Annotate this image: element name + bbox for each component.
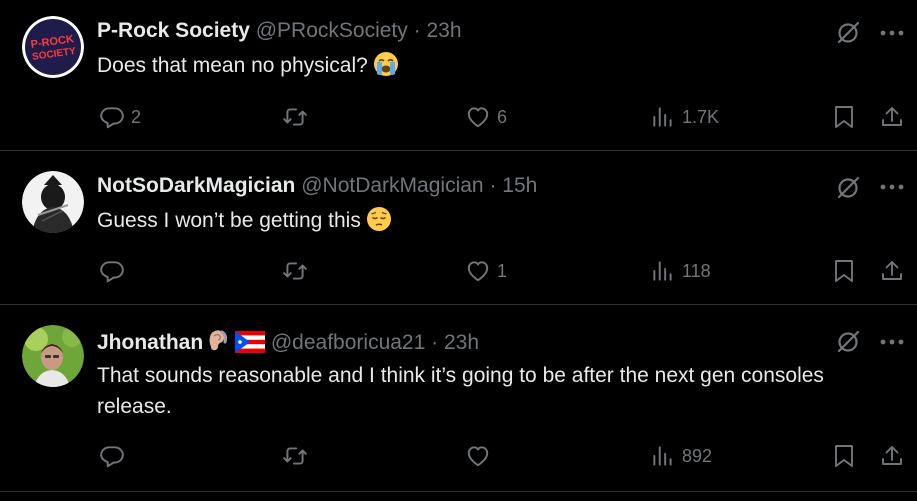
heart-icon [467, 107, 489, 128]
bookmark-button[interactable] [832, 443, 856, 469]
reply-count: 2 [131, 106, 142, 127]
bookmark-icon [835, 260, 853, 282]
more-options-icon[interactable] [880, 339, 904, 345]
views-button[interactable]: 118 [650, 258, 711, 284]
like-count: 6 [497, 106, 508, 127]
timestamp[interactable]: 23h [444, 331, 479, 354]
reply-item[interactable]: NotSoDarkMagician @NotDarkMagician · 15h… [0, 151, 917, 304]
display-name[interactable]: P-Rock Society [97, 19, 250, 42]
repost-icon [283, 447, 307, 465]
ear-with-hearing-aid-icon [203, 327, 229, 360]
tweet-text-content: Does that mean no physical? [97, 54, 368, 77]
timestamp[interactable]: 15h [502, 174, 537, 197]
share-button[interactable] [880, 258, 904, 284]
grok-icon[interactable] [835, 20, 861, 46]
tweet-header: NotSoDarkMagician @NotDarkMagician · 15h [97, 173, 537, 199]
avatar[interactable]: P-ROCK SOCIETY [22, 16, 84, 78]
share-icon [882, 261, 902, 280]
reply-button[interactable] [99, 443, 125, 469]
share-icon [882, 107, 902, 126]
like-button[interactable]: 1 [465, 258, 507, 284]
user-handle[interactable]: @NotDarkMagician [301, 174, 483, 197]
tweet-text-content: Guess I won’t be getting this [97, 209, 361, 232]
bookmark-icon [835, 445, 853, 467]
grok-icon[interactable] [835, 329, 861, 355]
divider [0, 491, 917, 492]
avatar[interactable] [22, 171, 84, 233]
analytics-icon [653, 446, 672, 466]
bookmark-icon [835, 106, 853, 128]
tweet-header: Jhonathan @deafboricua21 · 23h [97, 327, 479, 360]
view-count: 1.7K [682, 106, 720, 127]
share-button[interactable] [880, 104, 904, 130]
tweet-text: Does that mean no physical? [97, 50, 857, 87]
view-count: 118 [682, 260, 711, 281]
separator-dot: · [489, 174, 497, 197]
avatar[interactable] [22, 325, 84, 387]
display-name[interactable]: Jhonathan [97, 331, 203, 354]
repost-icon [283, 262, 307, 280]
repost-button[interactable] [281, 443, 309, 469]
share-button[interactable] [880, 443, 904, 469]
like-button[interactable]: 6 [465, 104, 507, 130]
heart-icon [467, 261, 489, 282]
tweet-text: Guess I won’t be getting this [97, 205, 857, 242]
reply-icon [100, 107, 124, 129]
more-options-icon[interactable] [880, 184, 904, 190]
loudly-crying-face-icon [372, 50, 400, 87]
separator-dot: · [413, 19, 421, 42]
tweet-header: P-Rock Society @PRockSociety · 23h [97, 18, 462, 44]
reply-item[interactable]: Jhonathan @deafboricua21 · 23h That soun… [0, 305, 917, 491]
reply-icon [100, 261, 124, 283]
reply-button[interactable]: 2 [99, 104, 141, 130]
like-button[interactable] [465, 443, 491, 469]
repost-icon [283, 108, 307, 126]
puerto-rico-flag-icon [235, 331, 266, 360]
share-icon [882, 446, 902, 465]
grok-icon[interactable] [835, 175, 861, 201]
heart-icon [467, 446, 489, 467]
analytics-icon [653, 261, 672, 281]
timestamp[interactable]: 23h [426, 19, 461, 42]
bookmark-button[interactable] [832, 258, 856, 284]
like-count: 1 [497, 260, 508, 281]
reply-button[interactable] [99, 258, 125, 284]
repost-button[interactable] [281, 104, 309, 130]
reply-item[interactable]: P-ROCK SOCIETY P-Rock Society @PRockSoci… [0, 0, 917, 150]
separator-dot: · [431, 331, 439, 354]
more-options-icon[interactable] [880, 30, 904, 36]
user-handle[interactable]: @deafboricua21 [271, 331, 425, 354]
tweet-text-content: That sounds reasonable and I think it’s … [97, 364, 824, 418]
display-name[interactable]: NotSoDarkMagician [97, 174, 295, 197]
bookmark-button[interactable] [832, 104, 856, 130]
pensive-face-icon [365, 205, 393, 242]
analytics-icon [653, 107, 672, 127]
user-handle[interactable]: @PRockSociety [256, 19, 408, 42]
repost-button[interactable] [281, 258, 309, 284]
views-button[interactable]: 1.7K [650, 104, 719, 130]
tweet-text: That sounds reasonable and I think it’s … [97, 360, 837, 422]
views-button[interactable]: 892 [650, 443, 712, 469]
reply-icon [100, 446, 124, 468]
view-count: 892 [682, 445, 713, 466]
